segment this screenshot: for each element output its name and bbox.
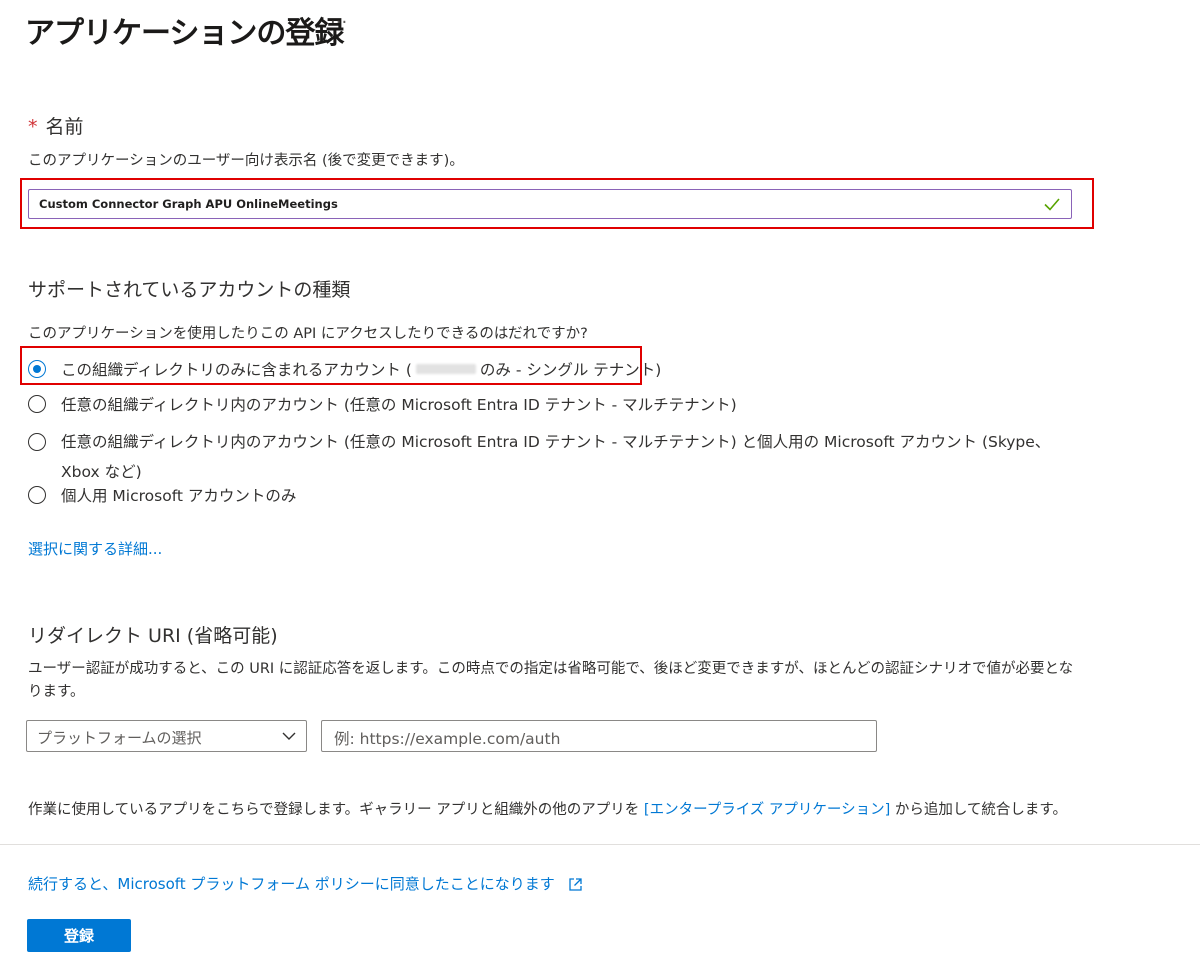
enterprise-apps-note: 作業に使用しているアプリをこちらで登録します。ギャラリー アプリと組織外の他のア… — [28, 798, 1067, 819]
radio-label-single-tenant-prefix: この組織ディレクトリのみに含まれるアカウント ( — [61, 361, 412, 379]
app-name-value: Custom Connector Graph APU OnlineMeeting… — [39, 197, 338, 211]
platform-select-placeholder: プラットフォームの選択 — [37, 729, 202, 747]
platform-policy-row[interactable]: 続行すると、Microsoft プラットフォーム ポリシーに同意したことになりま… — [28, 873, 583, 894]
name-description: このアプリケーションのユーザー向け表示名 (後で変更できます)。 — [28, 153, 464, 169]
radio-button[interactable] — [28, 433, 46, 451]
radio-personal-only[interactable]: 個人用 Microsoft アカウントのみ — [28, 484, 296, 506]
required-mark: * — [28, 116, 38, 138]
tenant-name-redacted — [415, 364, 476, 374]
platform-policy-link[interactable]: 続行すると、Microsoft プラットフォーム ポリシーに同意したことになりま… — [28, 875, 555, 893]
radio-label-multi-tenant-personal: 任意の組織ディレクトリ内のアカウント (任意の Microsoft Entra … — [61, 433, 1051, 481]
radio-button-selected[interactable] — [28, 360, 46, 378]
radio-multi-tenant-personal[interactable]: 任意の組織ディレクトリ内のアカウント (任意の Microsoft Entra … — [28, 427, 1081, 487]
radio-label-multi-tenant: 任意の組織ディレクトリ内のアカウント (任意の Microsoft Entra … — [61, 396, 737, 414]
page-title: アプリケーションの登録 — [25, 16, 344, 51]
checkmark-icon — [1044, 198, 1060, 211]
radio-button[interactable] — [28, 395, 46, 413]
external-link-icon — [568, 878, 582, 891]
chevron-down-icon — [282, 732, 296, 740]
register-button[interactable]: 登録 — [27, 919, 131, 952]
radio-button[interactable] — [28, 486, 46, 504]
redirect-uri-heading: リダイレクト URI (省略可能) — [28, 625, 278, 647]
name-label: 名前 — [45, 116, 84, 138]
account-types-heading: サポートされているアカウントの種類 — [28, 279, 351, 301]
name-section-heading: * 名前 — [28, 112, 84, 139]
enterprise-note-prefix: 作業に使用しているアプリをこちらで登録します。ギャラリー アプリと組織外の他のア… — [28, 802, 644, 818]
account-types-question: このアプリケーションを使用したりこの API にアクセスしたりできるのはだれです… — [28, 326, 588, 342]
enterprise-applications-link[interactable]: [エンタープライズ アプリケーション] — [644, 802, 890, 818]
platform-select[interactable]: プラットフォームの選択 — [26, 720, 307, 752]
radio-label-personal-only: 個人用 Microsoft アカウントのみ — [61, 487, 297, 505]
redirect-uri-description: ユーザー認証が成功すると、この URI に認証応答を返します。この時点での指定は… — [28, 661, 1074, 700]
footer-divider — [0, 844, 1200, 845]
enterprise-note-suffix: から追加して統合します。 — [890, 802, 1067, 818]
radio-label-single-tenant-suffix: のみ - シングル テナント) — [479, 361, 662, 379]
selection-details-link[interactable]: 選択に関する詳細... — [28, 538, 162, 559]
app-name-input[interactable]: Custom Connector Graph APU OnlineMeeting… — [28, 189, 1072, 219]
radio-single-tenant[interactable]: この組織ディレクトリのみに含まれるアカウント ( のみ - シングル テナント) — [28, 358, 661, 380]
more-options-button[interactable]: ··· — [330, 12, 347, 33]
radio-multi-tenant[interactable]: 任意の組織ディレクトリ内のアカウント (任意の Microsoft Entra … — [28, 393, 737, 415]
redirect-uri-input[interactable]: 例: https://example.com/auth — [321, 720, 877, 752]
